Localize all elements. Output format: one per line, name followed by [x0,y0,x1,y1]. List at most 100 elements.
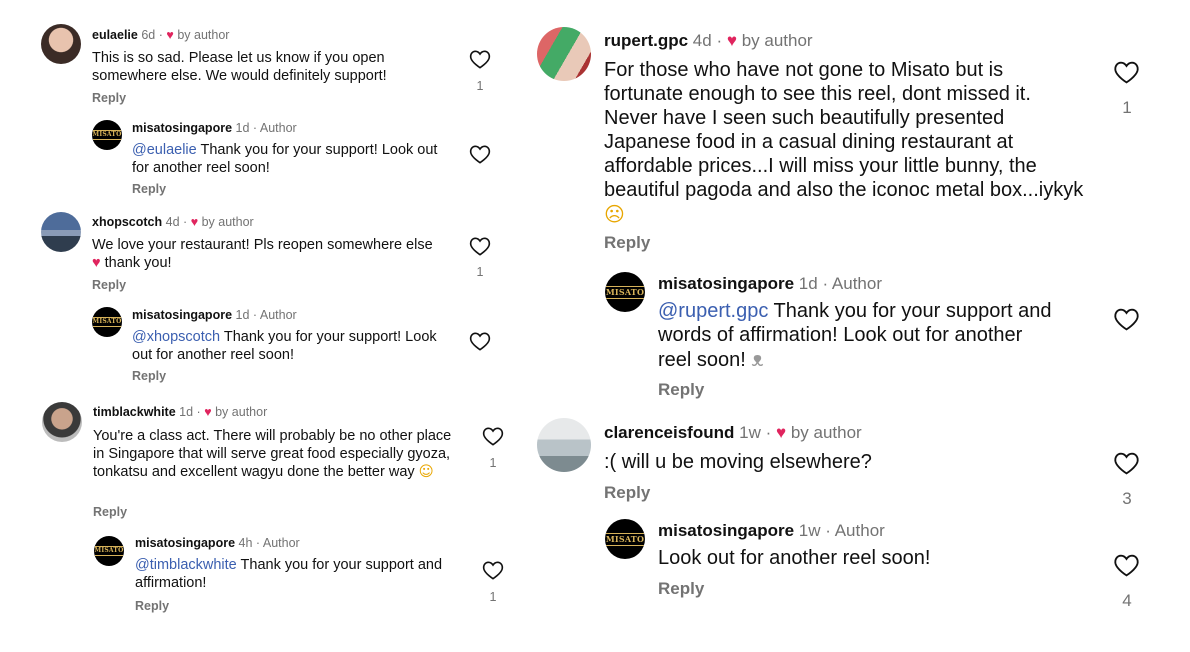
crying-face-emoji: ☹ [604,202,625,226]
author-label: Author [259,121,297,135]
avatar[interactable] [41,24,81,64]
avatar[interactable]: MISATO [92,120,122,150]
like-count: 4 [1122,591,1132,610]
username[interactable]: misatosingapore [658,521,794,540]
username[interactable]: misatosingapore [135,536,235,550]
comment-meta: eulaelie 6d · ♥ by author [92,28,230,42]
username[interactable]: eulaelie [92,28,138,42]
reply-button[interactable]: Reply [135,599,169,613]
like-count: 1 [1122,98,1132,117]
mention-link[interactable]: @eulaelie [132,142,197,158]
comment-text: :( will u be moving elsewhere? [604,451,872,473]
small-red-heart-icon: ♥ [204,405,212,419]
by-author-label: by author [741,31,813,50]
like-count: 1 [489,456,497,470]
mention-link[interactable]: @timblackwhite [135,557,237,573]
small-red-heart-icon: ♥ [166,28,174,42]
mention-link[interactable]: @rupert.gpc [658,300,768,322]
avatar[interactable]: MISATO [92,307,122,337]
heart-outline-icon[interactable] [1113,307,1140,331]
avatar[interactable] [42,402,82,442]
reply-button[interactable]: Reply [92,91,126,105]
reply-button[interactable]: Reply [604,483,650,503]
comment-meta: clarenceisfound 1w · ♥ by author [604,423,862,442]
timestamp: 1d [798,274,818,293]
like-count: 1 [489,590,497,604]
like-count: 1 [476,265,484,279]
heart-outline-icon[interactable] [1113,451,1140,475]
like-count: 1 [476,79,484,93]
reply-button[interactable]: Reply [132,182,166,196]
comment-text: This is so sad. Please let us know if yo… [92,50,387,84]
small-red-heart-icon: ♥ [775,423,787,442]
avatar[interactable] [537,27,591,81]
comment-meta: misatosingapore 1w · Author [658,521,885,540]
comment-meta: timblackwhite 1d · ♥ by author [93,405,268,419]
reply-button[interactable]: Reply [132,369,166,383]
timestamp: 4d [692,31,712,50]
timestamp: 1w [739,423,761,442]
author-label: Author [259,308,297,322]
small-red-heart-icon: ♥ [190,215,199,229]
heart-outline-icon[interactable] [469,144,491,164]
timestamp: 1d [179,405,194,419]
avatar[interactable]: MISATO [94,536,124,566]
heart-outline-icon[interactable] [469,236,491,256]
by-author-label: by author [201,215,254,229]
mention-link[interactable]: @xhopscotch [132,329,220,345]
username[interactable]: misatosingapore [658,274,794,293]
reply-button[interactable]: Reply [658,579,704,599]
reply-button[interactable]: Reply [604,233,650,253]
avatar[interactable]: MISATO [605,519,645,559]
author-label: Author [834,521,885,540]
small-red-heart-icon: ♥ [726,31,737,50]
misato-logo: MISATO [94,546,124,556]
comment-meta: xhopscotch 4d · ♥ by author [92,215,254,229]
author-label: Author [262,536,300,550]
reply-button[interactable]: Reply [93,505,127,519]
avatar[interactable] [41,212,81,252]
comment-text: @rupert.gpc Thank you for your support a… [658,300,1052,371]
comment-meta: misatosingapore 1d · Author [132,121,297,135]
avatar[interactable]: MISATO [605,272,645,312]
author-label: Author [831,274,882,293]
comment-text: @eulaelie Thank you for your support! Lo… [132,142,438,176]
username[interactable]: rupert.gpc [604,31,688,50]
reply-button[interactable]: Reply [92,278,126,292]
reply-button[interactable]: Reply [658,380,704,400]
username[interactable]: misatosingapore [132,308,232,322]
comment-meta: rupert.gpc 4d · ♥ by author [604,31,813,50]
timestamp: 1w [798,521,821,540]
misato-logo: MISATO [605,532,645,546]
misato-logo: MISATO [92,130,122,140]
misato-logo: MISATO [605,285,645,299]
misato-logo: MISATO [92,317,122,327]
yum-face-emoji: ☺ [418,464,434,480]
by-author-label: by author [177,28,230,42]
by-author-label: by author [790,423,862,442]
avatar[interactable] [537,418,591,472]
username[interactable]: xhopscotch [92,215,162,229]
comment-meta: misatosingapore 1d · Author [132,308,297,322]
timestamp: 1d [235,308,250,322]
heart-outline-icon[interactable] [482,426,504,446]
red-heart-emoji: ♥ [92,255,101,271]
heart-outline-icon[interactable] [1113,60,1140,84]
comment-meta: misatosingapore 4h · Author [135,536,300,550]
timestamp: 4d [165,215,180,229]
heart-outline-icon[interactable] [469,49,491,69]
timestamp: 6d [141,28,156,42]
heart-outline-icon[interactable] [482,560,504,580]
username[interactable]: misatosingapore [132,121,232,135]
by-author-label: by author [215,405,268,419]
comment-text: You're a class act. There will probably … [93,428,452,480]
username[interactable]: clarenceisfound [604,423,734,442]
comment-text: We love your restaurant! Pls reopen some… [92,237,433,271]
comment-text: @timblackwhite Thank you for your suppor… [135,557,443,591]
comment-text: Look out for another reel soon! [658,547,931,569]
heart-outline-icon[interactable] [469,331,491,351]
username[interactable]: timblackwhite [93,405,176,419]
timestamp: 1d [235,121,250,135]
heart-outline-icon[interactable] [1113,553,1140,577]
like-count: 3 [1122,489,1132,508]
